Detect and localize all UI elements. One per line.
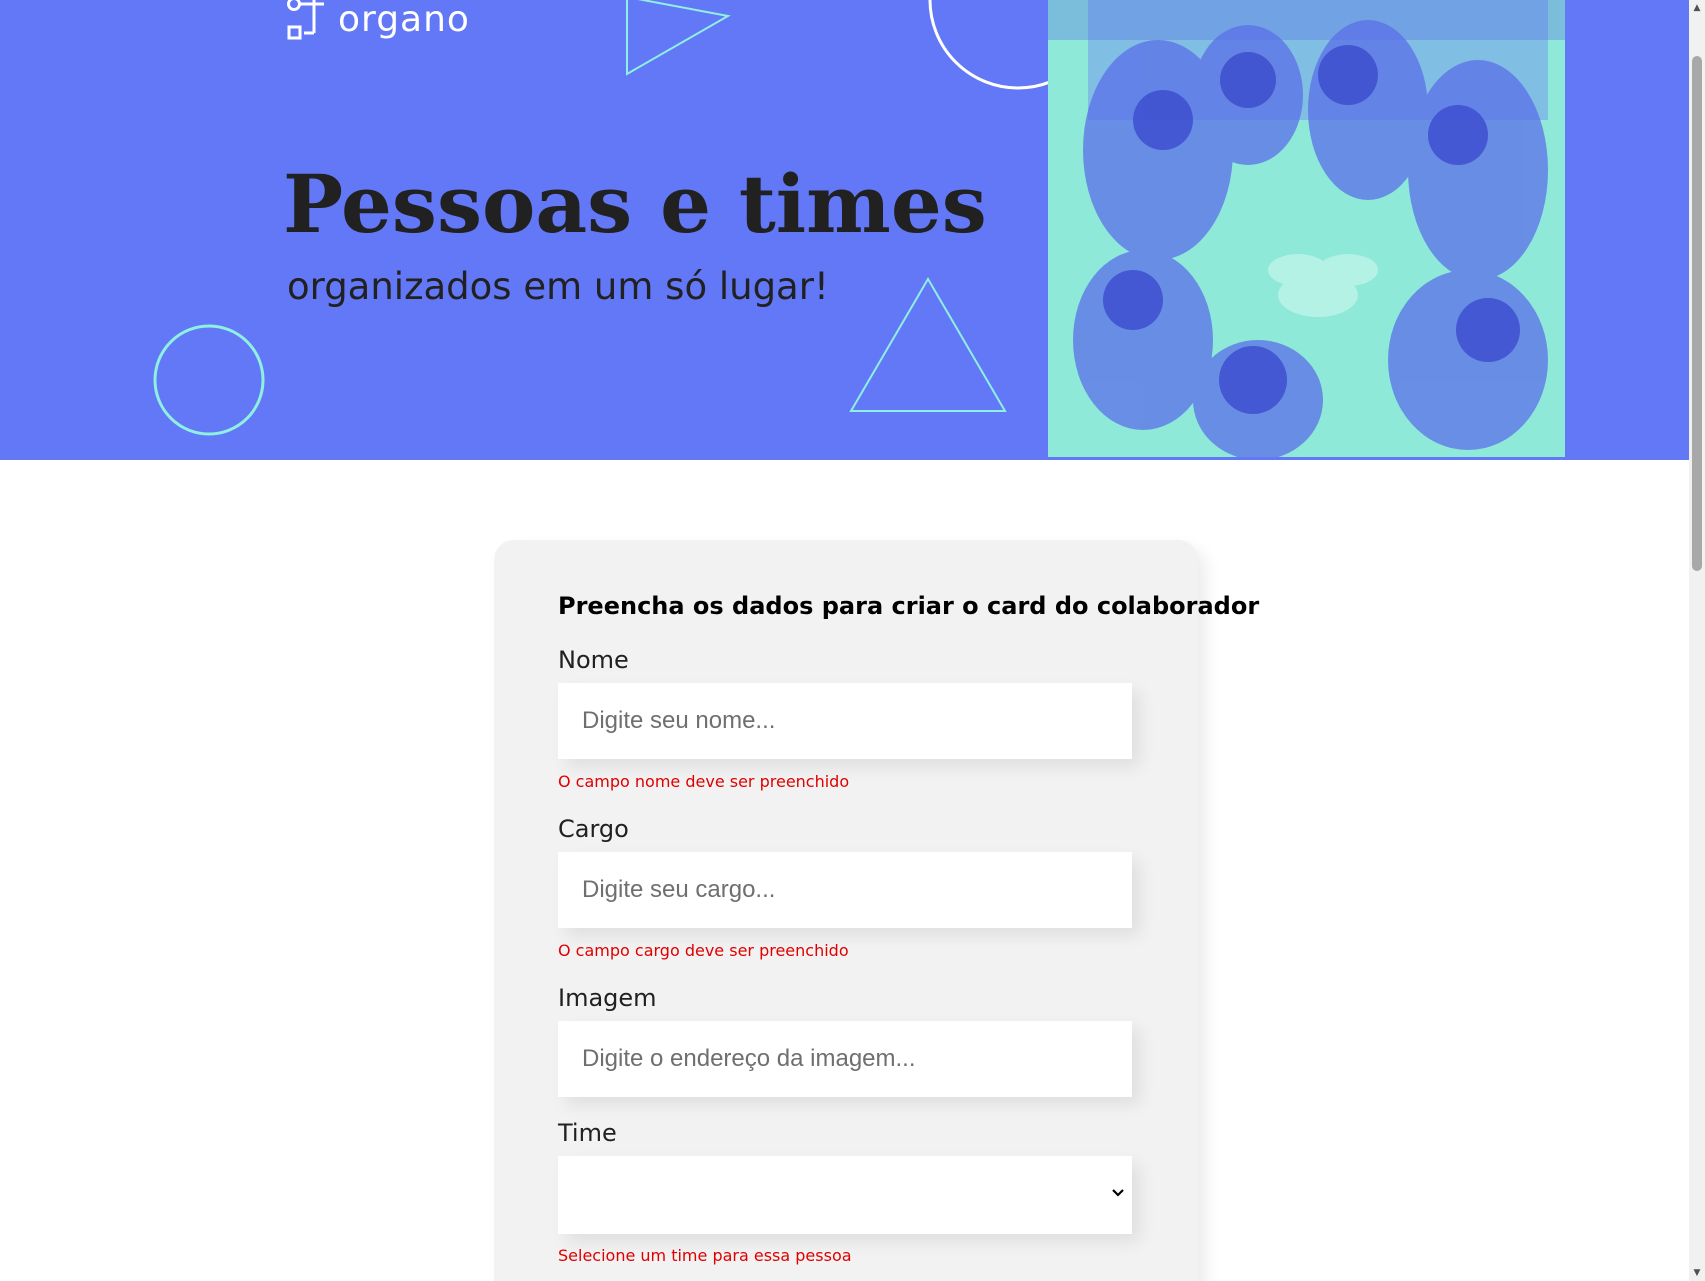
banner: organo Pessoas e times organizados em um… [0, 0, 1689, 460]
hero-title: Pessoas e times [283, 157, 987, 251]
logo-text: organo [338, 0, 470, 40]
time-select[interactable] [558, 1156, 1132, 1234]
team-photo [1048, 0, 1565, 457]
nome-input[interactable] [558, 683, 1132, 759]
cargo-input[interactable] [558, 852, 1132, 928]
cargo-label: Cargo [558, 815, 629, 843]
cargo-error-message: O campo cargo deve ser preenchido [558, 941, 849, 960]
nome-error-message: O campo nome deve ser preenchido [558, 772, 850, 791]
imagem-input[interactable] [558, 1021, 1132, 1097]
imagem-label: Imagem [558, 984, 657, 1012]
scrollbar-thumb[interactable] [1692, 56, 1702, 571]
circle-outline-icon [153, 324, 265, 436]
time-label: Time [558, 1119, 617, 1147]
logo[interactable]: organo [286, 0, 470, 50]
chevron-down-icon [1112, 1189, 1124, 1197]
collaborator-form: Preencha os dados para criar o card do c… [494, 540, 1259, 1281]
page: organo Pessoas e times organizados em um… [0, 0, 1705, 1281]
logo-icon [287, 0, 324, 40]
form-title: Preencha os dados para criar o card do c… [558, 592, 1260, 620]
team-photo-image [1048, 0, 1565, 457]
time-error-message: Selecione um time para essa pessoa [558, 1246, 852, 1265]
arrow-up-icon[interactable]: ▲ [1689, 0, 1705, 16]
triangle-outline-icon [849, 277, 1007, 412]
page-scrollbar[interactable]: ▲ ▼ [1689, 0, 1705, 1281]
nome-label: Nome [558, 646, 629, 674]
hero-subtitle: organizados em um só lugar! [287, 265, 829, 308]
triangle-outline-icon [626, 0, 731, 76]
arrow-down-icon[interactable]: ▼ [1689, 1265, 1705, 1281]
